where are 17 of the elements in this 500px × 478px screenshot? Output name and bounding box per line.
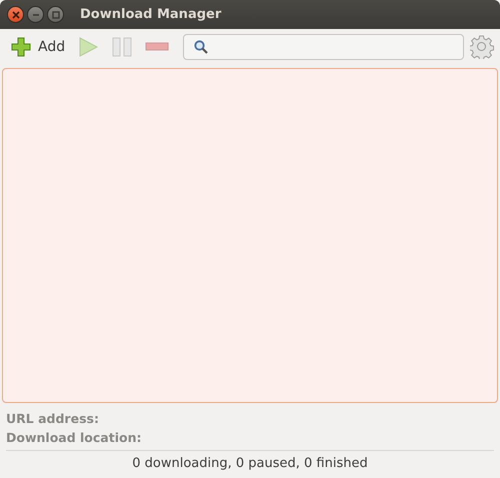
detail-label: URL address: bbox=[6, 410, 100, 428]
plus-icon bbox=[10, 36, 32, 58]
search-icon bbox=[194, 40, 208, 54]
add-button[interactable]: Add bbox=[6, 34, 70, 60]
pause-icon bbox=[111, 36, 134, 58]
close-button[interactable] bbox=[7, 6, 24, 23]
play-icon bbox=[77, 36, 100, 58]
status-text: 0 downloading, 0 paused, 0 finished bbox=[131, 455, 369, 471]
settings-button[interactable] bbox=[468, 35, 496, 59]
close-icon bbox=[12, 10, 20, 18]
minimize-button[interactable] bbox=[27, 6, 44, 23]
window-title: Download Manager bbox=[80, 7, 222, 22]
detail-label: Download location: bbox=[6, 429, 142, 447]
maximize-button[interactable] bbox=[47, 6, 64, 23]
maximize-icon bbox=[52, 10, 60, 18]
search-field[interactable] bbox=[183, 34, 464, 60]
gear-icon bbox=[470, 35, 494, 59]
